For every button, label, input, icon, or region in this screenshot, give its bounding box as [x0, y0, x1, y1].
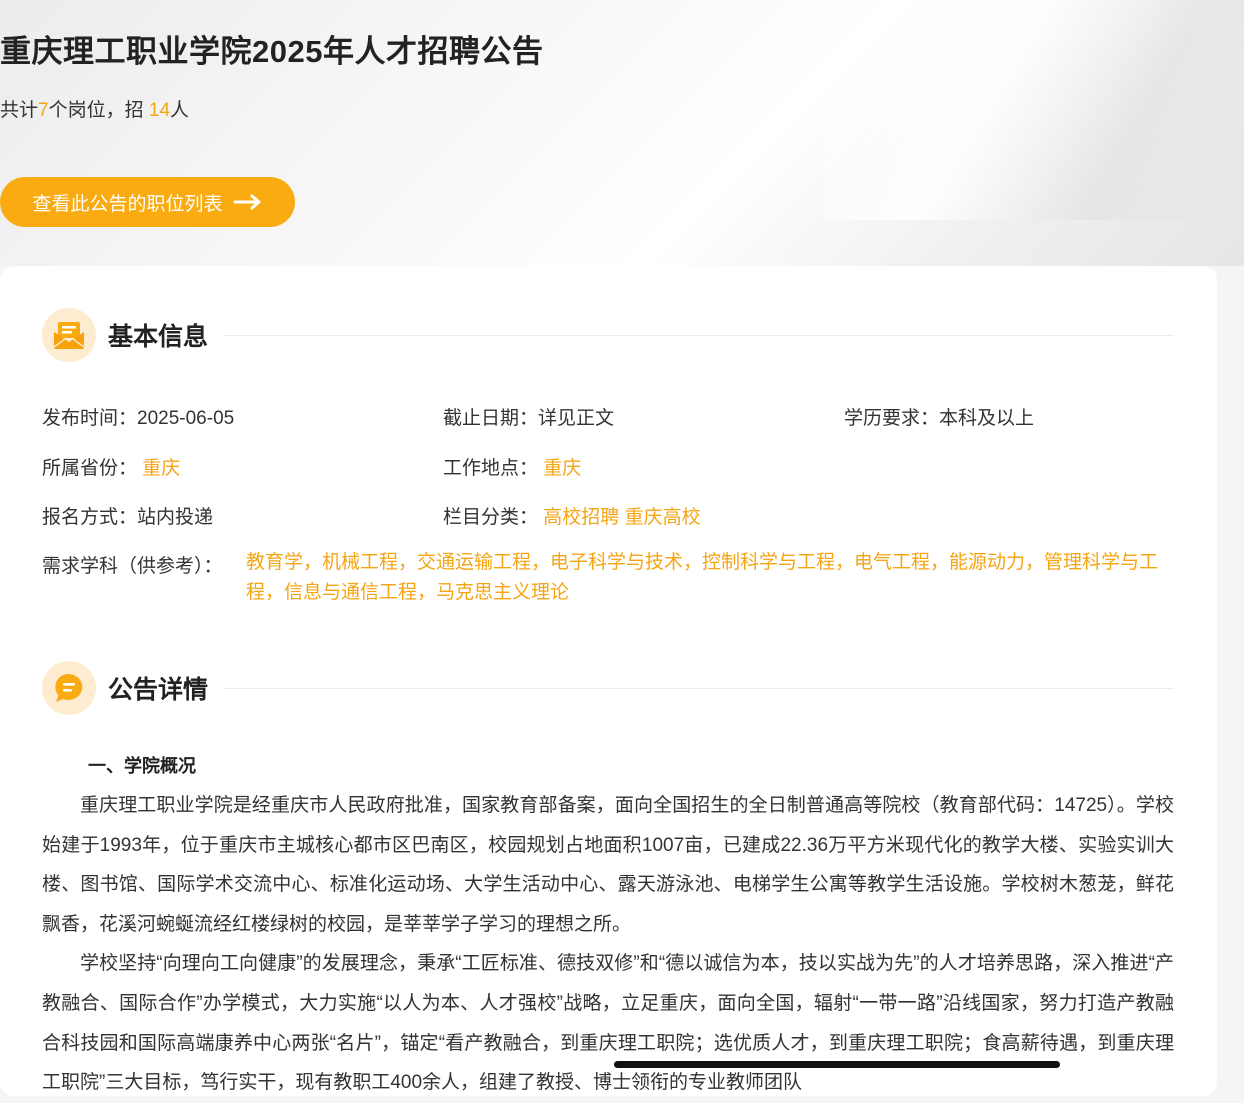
- category-link-1[interactable]: 高校招聘: [543, 507, 619, 528]
- chat-bubble-icon: [42, 661, 96, 715]
- home-indicator[interactable]: [614, 1061, 1060, 1068]
- subjects-value[interactable]: 教育学，机械工程，交通运输工程，电子科学与技术，控制科学与工程，电气工程，能源动…: [246, 548, 1176, 608]
- province-field: 所属省份： 重庆: [42, 453, 180, 480]
- deadline-field: 截止日期：详见正文: [443, 403, 614, 430]
- details-header: 公告详情: [42, 661, 1174, 715]
- publish-date-label: 发布时间：: [42, 408, 138, 429]
- summary-prefix: 共计: [0, 100, 39, 121]
- recruitment-summary: 共计7个岗位，招 14人: [0, 95, 189, 122]
- apply-method-field: 报名方式：站内投递: [42, 502, 213, 529]
- arrow-right-icon: [233, 194, 260, 210]
- details-title: 公告详情: [108, 676, 209, 704]
- category-field: 栏目分类： 高校招聘 重庆高校: [443, 502, 701, 529]
- deadline-label: 截止日期：: [443, 408, 539, 429]
- publish-date-value: 2025-06-05: [137, 408, 235, 429]
- province-label: 所属省份：: [42, 458, 138, 479]
- positions-count: 7: [38, 100, 49, 121]
- section-divider: [224, 334, 1174, 336]
- publish-date-field: 发布时间：2025-06-05: [42, 403, 234, 430]
- location-value[interactable]: 重庆: [543, 458, 581, 479]
- view-positions-label: 查看此公告的职位列表: [32, 193, 223, 215]
- education-value: 本科及以上: [939, 408, 1035, 429]
- summary-middle: 个岗位，招: [48, 100, 149, 121]
- subjects-label: 需求学科（供参考）：: [42, 556, 223, 577]
- summary-suffix: 人: [170, 100, 190, 121]
- hires-count: 14: [148, 100, 171, 121]
- paragraph-1: 重庆理工职业学院是经重庆市人民政府批准，国家教育部备案，面向全国招生的全日制普通…: [42, 795, 1174, 935]
- location-label: 工作地点：: [443, 458, 539, 479]
- envelope-icon: [42, 308, 96, 362]
- basic-info-header: 基本信息: [42, 308, 1174, 362]
- apply-method-value: 站内投递: [137, 507, 214, 528]
- college-overview-heading: 一、学院概况: [88, 756, 196, 776]
- view-positions-button[interactable]: 查看此公告的职位列表: [0, 177, 295, 227]
- basic-info-title: 基本信息: [108, 323, 209, 351]
- category-link-2[interactable]: 重庆高校: [625, 507, 701, 528]
- hero-decoration: [824, 0, 1244, 220]
- paragraph-2: 学校坚持“向理向工向健康”的发展理念，秉承“工匠标准、德技双修”和“德以诚信为本…: [42, 953, 1174, 1094]
- education-label: 学历要求：: [844, 408, 940, 429]
- education-field: 学历要求：本科及以上: [844, 403, 1034, 430]
- page-title: 重庆理工职业学院2025年人才招聘公告: [0, 34, 544, 69]
- category-label: 栏目分类：: [443, 507, 539, 528]
- province-value[interactable]: 重庆: [142, 458, 180, 479]
- section-divider: [224, 687, 1174, 689]
- location-field: 工作地点： 重庆: [443, 453, 581, 480]
- apply-method-label: 报名方式：: [42, 507, 138, 528]
- announcement-body: 重庆理工职业学院是经重庆市人民政府批准，国家教育部备案，面向全国招生的全日制普通…: [42, 786, 1174, 1103]
- deadline-value: 详见正文: [538, 408, 615, 429]
